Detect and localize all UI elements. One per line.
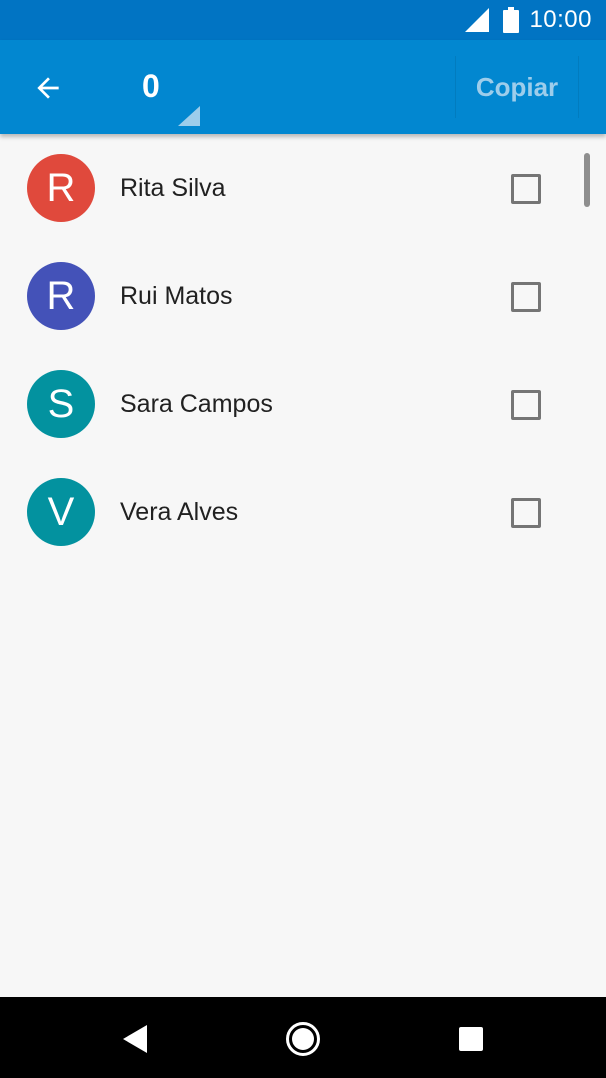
contact-name: Vera Alves [120,498,239,526]
back-button[interactable] [24,64,72,112]
recents-square-icon [459,1027,483,1051]
avatar: R [27,154,95,222]
home-circle-icon [286,1022,320,1056]
list-item-contact[interactable]: R Rita Silva [0,134,606,242]
contact-checkbox[interactable] [511,498,541,528]
navigation-bar [0,997,606,1078]
dropdown-triangle-icon[interactable] [178,106,200,126]
scrollbar-thumb[interactable] [584,153,590,207]
avatar: R [27,262,95,330]
list-item-contact[interactable]: R Rui Matos [0,242,606,350]
avatar: V [27,478,95,546]
toolbar-divider [578,56,579,118]
contact-name: Rita Silva [120,174,226,202]
battery-icon [503,7,520,33]
arrow-left-icon [37,77,59,99]
list-item-contact[interactable]: V Vera Alves [0,458,606,566]
nav-home-button[interactable] [275,1011,331,1067]
contact-checkbox[interactable] [511,282,541,312]
contact-name: Sara Campos [120,390,273,418]
avatar: S [27,370,95,438]
list-item-contact[interactable]: S Sara Campos [0,350,606,458]
nav-recents-button[interactable] [443,1011,499,1067]
contact-checkbox[interactable] [511,174,541,204]
status-bar: 10:00 [0,0,606,40]
contact-name: Rui Matos [120,282,233,310]
copy-button[interactable]: Copiar [456,40,578,134]
back-triangle-icon [123,1025,147,1053]
nav-back-button[interactable] [107,1011,163,1067]
selection-toolbar: 0 Copiar [0,40,606,134]
contact-checkbox[interactable] [511,390,541,420]
contact-list: R Rita Silva R Rui Matos S Sara Campos V… [0,134,606,997]
signal-icon [465,8,490,32]
selected-count[interactable]: 0 [142,68,160,105]
status-clock: 10:00 [529,6,592,33]
